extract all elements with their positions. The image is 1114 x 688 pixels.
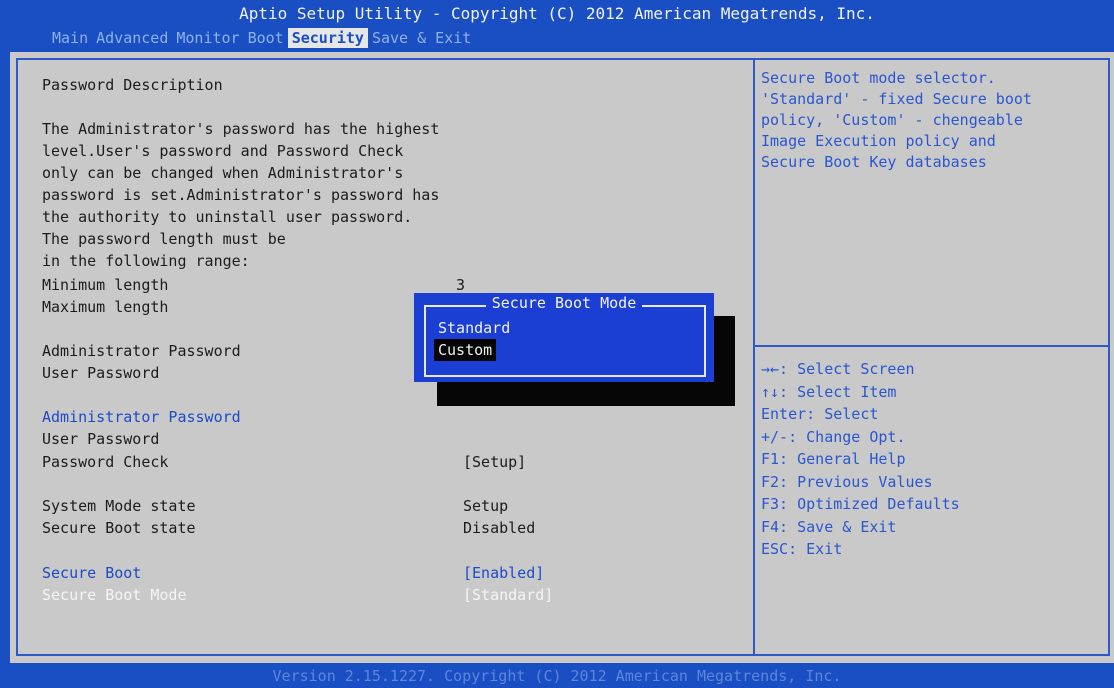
key-save-exit: F4: Save & Exit bbox=[761, 517, 897, 536]
description-line-3: only can be changed when Administrator's bbox=[42, 164, 404, 182]
user-password-status-label: User Password bbox=[42, 364, 160, 382]
help-text: Secure Boot mode selector. 'Standard' - … bbox=[761, 69, 1032, 171]
secure-boot-mode-label[interactable]: Secure Boot Mode bbox=[42, 584, 187, 606]
secure-boot-state-label: Secure Boot state bbox=[42, 519, 196, 537]
tab-bar: Main Advanced Monitor Boot Security Save… bbox=[48, 28, 475, 48]
system-mode-value: Setup bbox=[463, 497, 509, 515]
password-description-heading: Password Description bbox=[42, 76, 223, 94]
tab-save-exit[interactable]: Save & Exit bbox=[368, 28, 475, 48]
key-esc-exit: ESC: Exit bbox=[761, 540, 843, 558]
utility-title: Aptio Setup Utility - Copyright (C) 2012… bbox=[239, 4, 875, 23]
secure-boot-value[interactable]: [Enabled] bbox=[463, 562, 544, 584]
popup-title: Secure Boot Mode bbox=[414, 294, 714, 312]
vertical-divider bbox=[753, 60, 755, 654]
key-select-screen: →←: Select Screen bbox=[761, 360, 915, 378]
bottom-bar: Version 2.15.1227. Copyright (C) 2012 Am… bbox=[0, 663, 1114, 688]
help-divider bbox=[755, 345, 1110, 347]
description-line-5: the authority to uninstall user password… bbox=[42, 208, 413, 226]
secure-boot-state-value: Disabled bbox=[463, 519, 536, 537]
password-check-label[interactable]: Password Check bbox=[42, 451, 168, 473]
key-previous-values: F2: Previous Values bbox=[761, 472, 933, 491]
min-length-label: Minimum length bbox=[42, 276, 169, 294]
key-general-help: F1: General Help bbox=[761, 450, 906, 468]
admin-password-status-label: Administrator Password bbox=[42, 342, 241, 360]
tab-boot[interactable]: Boot bbox=[244, 28, 288, 48]
tab-main[interactable]: Main bbox=[48, 28, 92, 48]
popup-option-standard[interactable]: Standard bbox=[434, 317, 514, 339]
description-line-7: in the following range: bbox=[42, 252, 250, 270]
tab-monitor[interactable]: Monitor bbox=[172, 28, 243, 48]
secure-boot-mode-value[interactable]: [Standard] bbox=[463, 584, 553, 606]
key-select-item: ↑↓: Select Item bbox=[761, 382, 897, 401]
top-bar: Aptio Setup Utility - Copyright (C) 2012… bbox=[0, 0, 1114, 50]
key-enter-select: Enter: Select bbox=[761, 405, 879, 423]
popup-option-custom[interactable]: Custom bbox=[434, 339, 497, 361]
max-length-label: Maximum length bbox=[42, 298, 169, 316]
tab-advanced[interactable]: Advanced bbox=[92, 28, 172, 48]
secure-boot-mode-popup: Secure Boot Mode Standard Custom bbox=[414, 293, 714, 382]
description-line-6: The password length must be bbox=[42, 230, 286, 248]
user-password-item[interactable]: User Password bbox=[42, 428, 159, 450]
version-footer: Version 2.15.1227. Copyright (C) 2012 Am… bbox=[272, 667, 842, 685]
admin-password-item[interactable]: Administrator Password bbox=[42, 406, 241, 428]
secure-boot-label[interactable]: Secure Boot bbox=[42, 562, 141, 584]
key-legend: →←: Select Screen ↑↓: Select Item Enter:… bbox=[761, 358, 960, 561]
description-line-2: level.User's password and Password Check bbox=[42, 142, 404, 160]
description-line-4: password is set.Administrator's password… bbox=[42, 186, 440, 204]
description-line-1: The Administrator's password has the hig… bbox=[42, 120, 440, 138]
key-optimized-defaults: F3: Optimized Defaults bbox=[761, 495, 960, 513]
system-mode-label: System Mode state bbox=[42, 497, 196, 515]
popup-title-text: Secure Boot Mode bbox=[485, 294, 643, 312]
tab-security[interactable]: Security bbox=[287, 28, 368, 48]
key-change-opt: +/-: Change Opt. bbox=[761, 427, 906, 446]
password-check-value[interactable]: [Setup] bbox=[463, 451, 526, 473]
